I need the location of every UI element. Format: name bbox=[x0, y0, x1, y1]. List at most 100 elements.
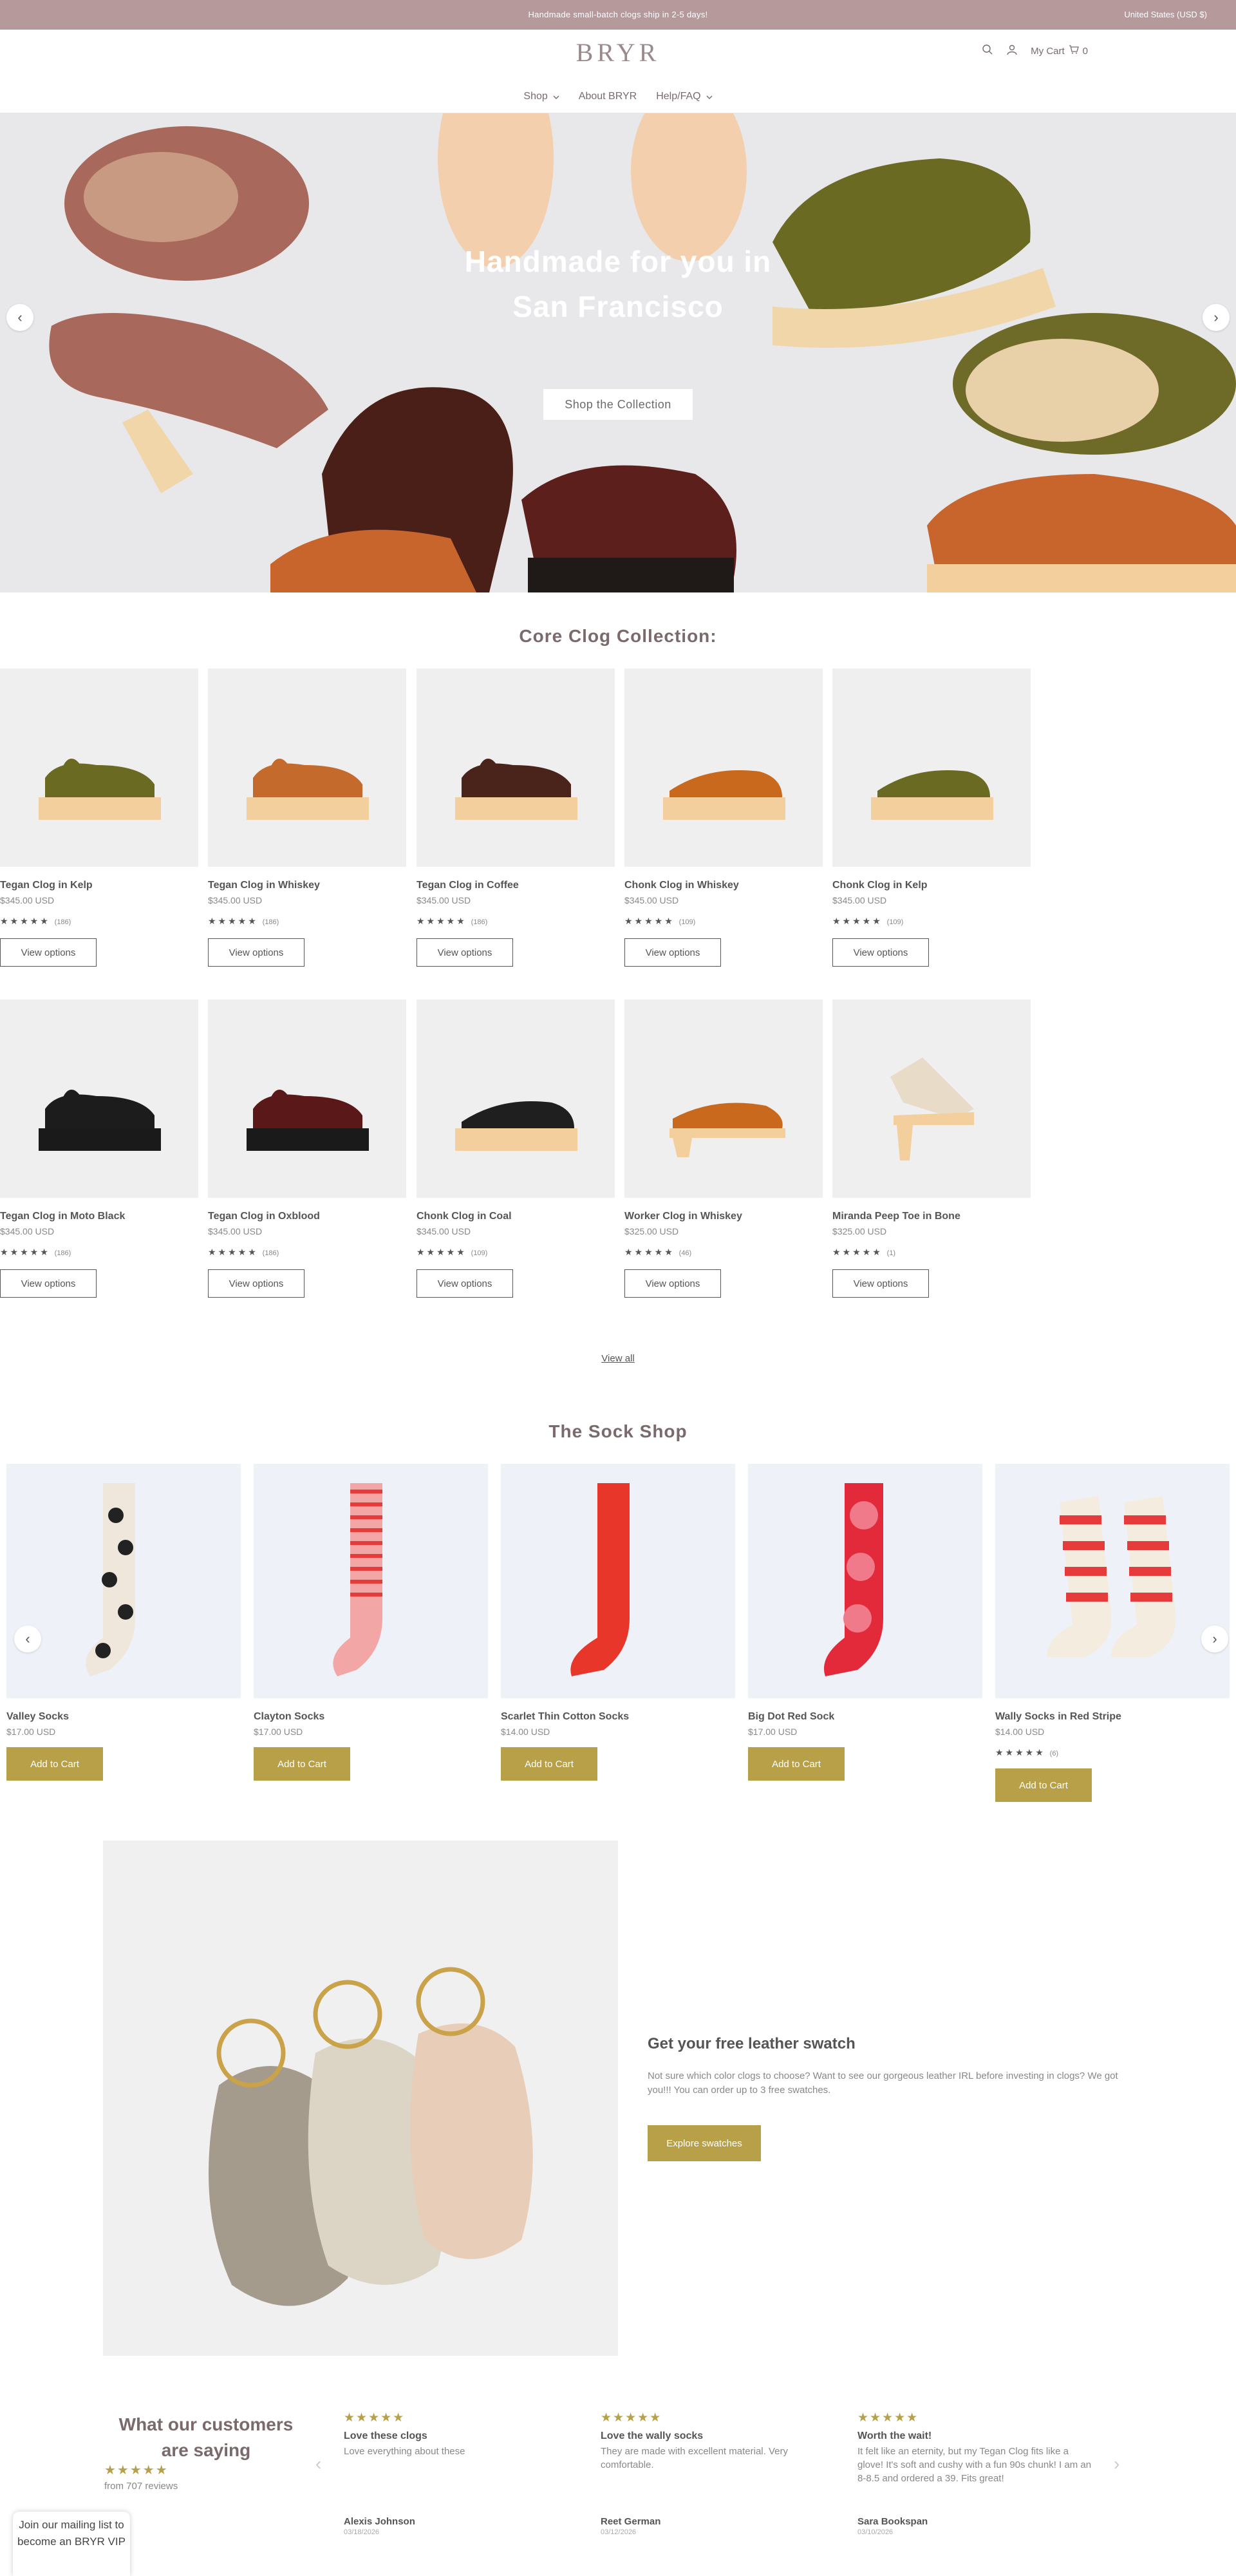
view-options-button[interactable]: View options bbox=[832, 1269, 929, 1298]
view-options-button[interactable]: View options bbox=[417, 1269, 513, 1298]
product-card[interactable]: Tegan Clog in Coffee $345.00 USD ★★★★★ (… bbox=[417, 668, 615, 967]
rating-count: (46) bbox=[679, 1249, 692, 1257]
swatch-title: Get your free leather swatch bbox=[648, 2035, 856, 2052]
hero-prev-button[interactable]: ‹ bbox=[6, 304, 33, 331]
product-price: $345.00 USD bbox=[417, 895, 471, 905]
product-name[interactable]: Chonk Clog in Kelp bbox=[832, 880, 1031, 891]
sock-name[interactable]: Big Dot Red Sock bbox=[748, 1711, 982, 1723]
view-options-button[interactable]: View options bbox=[832, 938, 929, 967]
currency-selector[interactable]: United States (USD $) bbox=[1124, 10, 1207, 19]
product-image[interactable] bbox=[417, 668, 615, 867]
view-options-button[interactable]: View options bbox=[208, 1269, 304, 1298]
product-card[interactable]: Tegan Clog in Whiskey $345.00 USD ★★★★★ … bbox=[208, 668, 406, 967]
product-name[interactable]: Worker Clog in Whiskey bbox=[624, 1211, 823, 1222]
sock-next-button[interactable]: › bbox=[1201, 1625, 1228, 1653]
nav-item-about[interactable]: About BRYR bbox=[579, 91, 637, 102]
chevron-down-icon bbox=[706, 91, 713, 102]
product-image[interactable] bbox=[208, 668, 406, 867]
cart-label: My Cart bbox=[1031, 45, 1065, 57]
sock-name[interactable]: Scarlet Thin Cotton Socks bbox=[501, 1711, 735, 1723]
add-to-cart-button[interactable]: Add to Cart bbox=[995, 1768, 1092, 1802]
account-icon[interactable] bbox=[1006, 44, 1018, 58]
sock-card[interactable]: Valley Socks $17.00 USD Add to Cart bbox=[6, 1464, 241, 1781]
product-name[interactable]: Tegan Clog in Oxblood bbox=[208, 1211, 406, 1222]
reviews-prev-button[interactable]: ‹ bbox=[315, 2454, 321, 2474]
view-options-button[interactable]: View options bbox=[417, 938, 513, 967]
reviews-next-button[interactable]: › bbox=[1114, 2454, 1119, 2474]
shop-collection-button[interactable]: Shop the Collection bbox=[543, 389, 693, 420]
explore-swatches-button[interactable]: Explore swatches bbox=[648, 2125, 761, 2161]
sock-image[interactable] bbox=[748, 1464, 982, 1698]
sock-prev-button[interactable]: ‹ bbox=[14, 1625, 41, 1653]
add-to-cart-button[interactable]: Add to Cart bbox=[254, 1747, 350, 1781]
sock-name[interactable]: Clayton Socks bbox=[254, 1711, 488, 1723]
sock-name[interactable]: Wally Socks in Red Stripe bbox=[995, 1711, 1230, 1723]
product-card[interactable]: Tegan Clog in Oxblood $345.00 USD ★★★★★ … bbox=[208, 999, 406, 1298]
add-to-cart-button[interactable]: Add to Cart bbox=[748, 1747, 845, 1781]
rating-stars: ★★★★★ bbox=[208, 916, 258, 926]
add-to-cart-button[interactable]: Add to Cart bbox=[6, 1747, 103, 1781]
sock-shop-title: The Sock Shop bbox=[548, 1421, 688, 1441]
product-card[interactable]: Tegan Clog in Moto Black $345.00 USD ★★★… bbox=[0, 999, 198, 1298]
sock-image[interactable] bbox=[501, 1464, 735, 1698]
sock-card[interactable]: Wally Socks in Red Stripe $14.00 USD ★★★… bbox=[995, 1464, 1230, 1802]
product-image[interactable] bbox=[832, 668, 1031, 867]
view-all-link[interactable]: View all bbox=[0, 1353, 1236, 1364]
main-nav: Shop About BRYR Help/FAQ bbox=[0, 91, 1236, 102]
review-date: 03/18/2026 bbox=[344, 2528, 380, 2536]
product-card[interactable]: Miranda Peep Toe in Bone $325.00 USD ★★★… bbox=[832, 999, 1031, 1298]
view-options-button[interactable]: View options bbox=[624, 1269, 721, 1298]
product-name[interactable]: Tegan Clog in Whiskey bbox=[208, 880, 406, 891]
product-card[interactable]: Chonk Clog in Whiskey $345.00 USD ★★★★★ … bbox=[624, 668, 823, 967]
sock-image[interactable] bbox=[6, 1464, 241, 1698]
product-card[interactable]: Chonk Clog in Coal $345.00 USD ★★★★★ (10… bbox=[417, 999, 615, 1298]
product-rating: ★★★★★ (109) bbox=[417, 1247, 615, 1258]
product-name[interactable]: Miranda Peep Toe in Bone bbox=[832, 1211, 1031, 1222]
product-image[interactable] bbox=[0, 668, 198, 867]
rating-stars: ★★★★★ bbox=[417, 1247, 467, 1257]
nav-item-label: Shop bbox=[523, 91, 548, 102]
product-image[interactable] bbox=[624, 668, 823, 867]
product-name[interactable]: Tegan Clog in Coffee bbox=[417, 880, 615, 891]
rating-count: (186) bbox=[54, 1249, 71, 1257]
view-options-button[interactable]: View options bbox=[0, 1269, 97, 1298]
nav-item-shop[interactable]: Shop bbox=[523, 91, 559, 102]
view-options-button[interactable]: View options bbox=[208, 938, 304, 967]
add-to-cart-button[interactable]: Add to Cart bbox=[501, 1747, 597, 1781]
product-rating: ★★★★★ (186) bbox=[208, 1247, 406, 1258]
product-name[interactable]: Tegan Clog in Kelp bbox=[0, 880, 198, 891]
sock-image[interactable] bbox=[995, 1464, 1230, 1698]
rating-count: (109) bbox=[471, 1249, 488, 1257]
product-image[interactable] bbox=[624, 999, 823, 1198]
product-rating: ★★★★★ (186) bbox=[0, 916, 198, 927]
sock-card[interactable]: Big Dot Red Sock $17.00 USD Add to Cart bbox=[748, 1464, 982, 1781]
product-image[interactable] bbox=[0, 999, 198, 1198]
hero-next-button[interactable]: › bbox=[1203, 304, 1230, 331]
product-image[interactable] bbox=[417, 999, 615, 1198]
product-card[interactable]: Tegan Clog in Kelp $345.00 USD ★★★★★ (18… bbox=[0, 668, 198, 967]
reviews-rating-stars: ★★★★★ bbox=[104, 2463, 169, 2477]
product-image[interactable] bbox=[832, 999, 1031, 1198]
sock-image[interactable] bbox=[254, 1464, 488, 1698]
product-image[interactable] bbox=[208, 999, 406, 1198]
product-name[interactable]: Tegan Clog in Moto Black bbox=[0, 1211, 198, 1222]
view-options-button[interactable]: View options bbox=[624, 938, 721, 967]
sock-card[interactable]: Clayton Socks $17.00 USD Add to Cart bbox=[254, 1464, 488, 1781]
view-options-button[interactable]: View options bbox=[0, 938, 97, 967]
sock-card[interactable]: Scarlet Thin Cotton Socks $14.00 USD Add… bbox=[501, 1464, 735, 1781]
announcement-text: Handmade small-batch clogs ship in 2-5 d… bbox=[528, 10, 708, 19]
cart-link[interactable]: My Cart 0 bbox=[1031, 45, 1088, 57]
chevron-left-icon: ‹ bbox=[315, 2454, 322, 2474]
nav-item-help[interactable]: Help/FAQ bbox=[656, 91, 713, 102]
search-icon[interactable] bbox=[982, 44, 993, 58]
product-name[interactable]: Chonk Clog in Coal bbox=[417, 1211, 615, 1222]
product-card[interactable]: Worker Clog in Whiskey $325.00 USD ★★★★★… bbox=[624, 999, 823, 1298]
product-price: $345.00 USD bbox=[832, 895, 887, 905]
mailing-list-popup[interactable]: Join our mailing list to become an BRYR … bbox=[13, 2512, 130, 2576]
product-rating: ★★★★★ (1) bbox=[832, 1247, 1031, 1258]
hero-title: Handmade for you in San Francisco bbox=[464, 245, 772, 323]
product-price: $345.00 USD bbox=[208, 895, 263, 905]
sock-name[interactable]: Valley Socks bbox=[6, 1711, 241, 1723]
product-name[interactable]: Chonk Clog in Whiskey bbox=[624, 880, 823, 891]
product-card[interactable]: Chonk Clog in Kelp $345.00 USD ★★★★★ (10… bbox=[832, 668, 1031, 967]
